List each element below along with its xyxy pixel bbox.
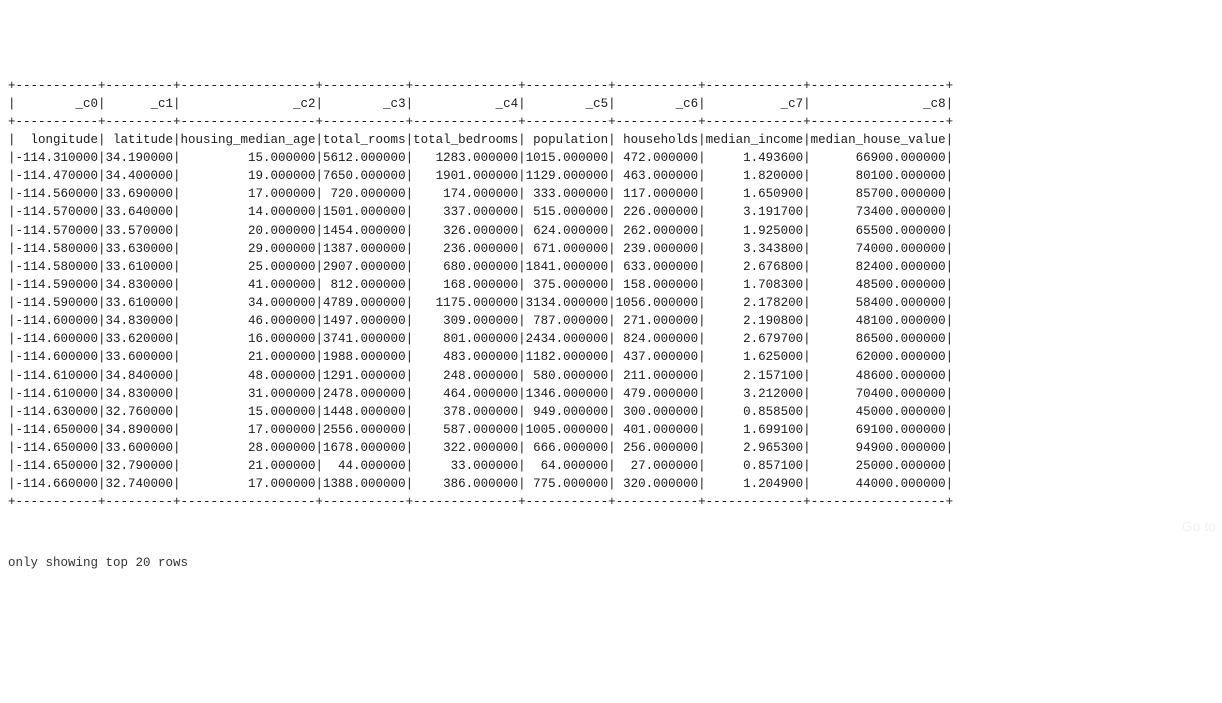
row-count-note: only showing top 20 rows xyxy=(8,554,1214,572)
watermark-text: Go to xyxy=(1182,516,1216,536)
dataframe-ascii-output: +-----------+---------+-----------------… xyxy=(8,77,1214,512)
